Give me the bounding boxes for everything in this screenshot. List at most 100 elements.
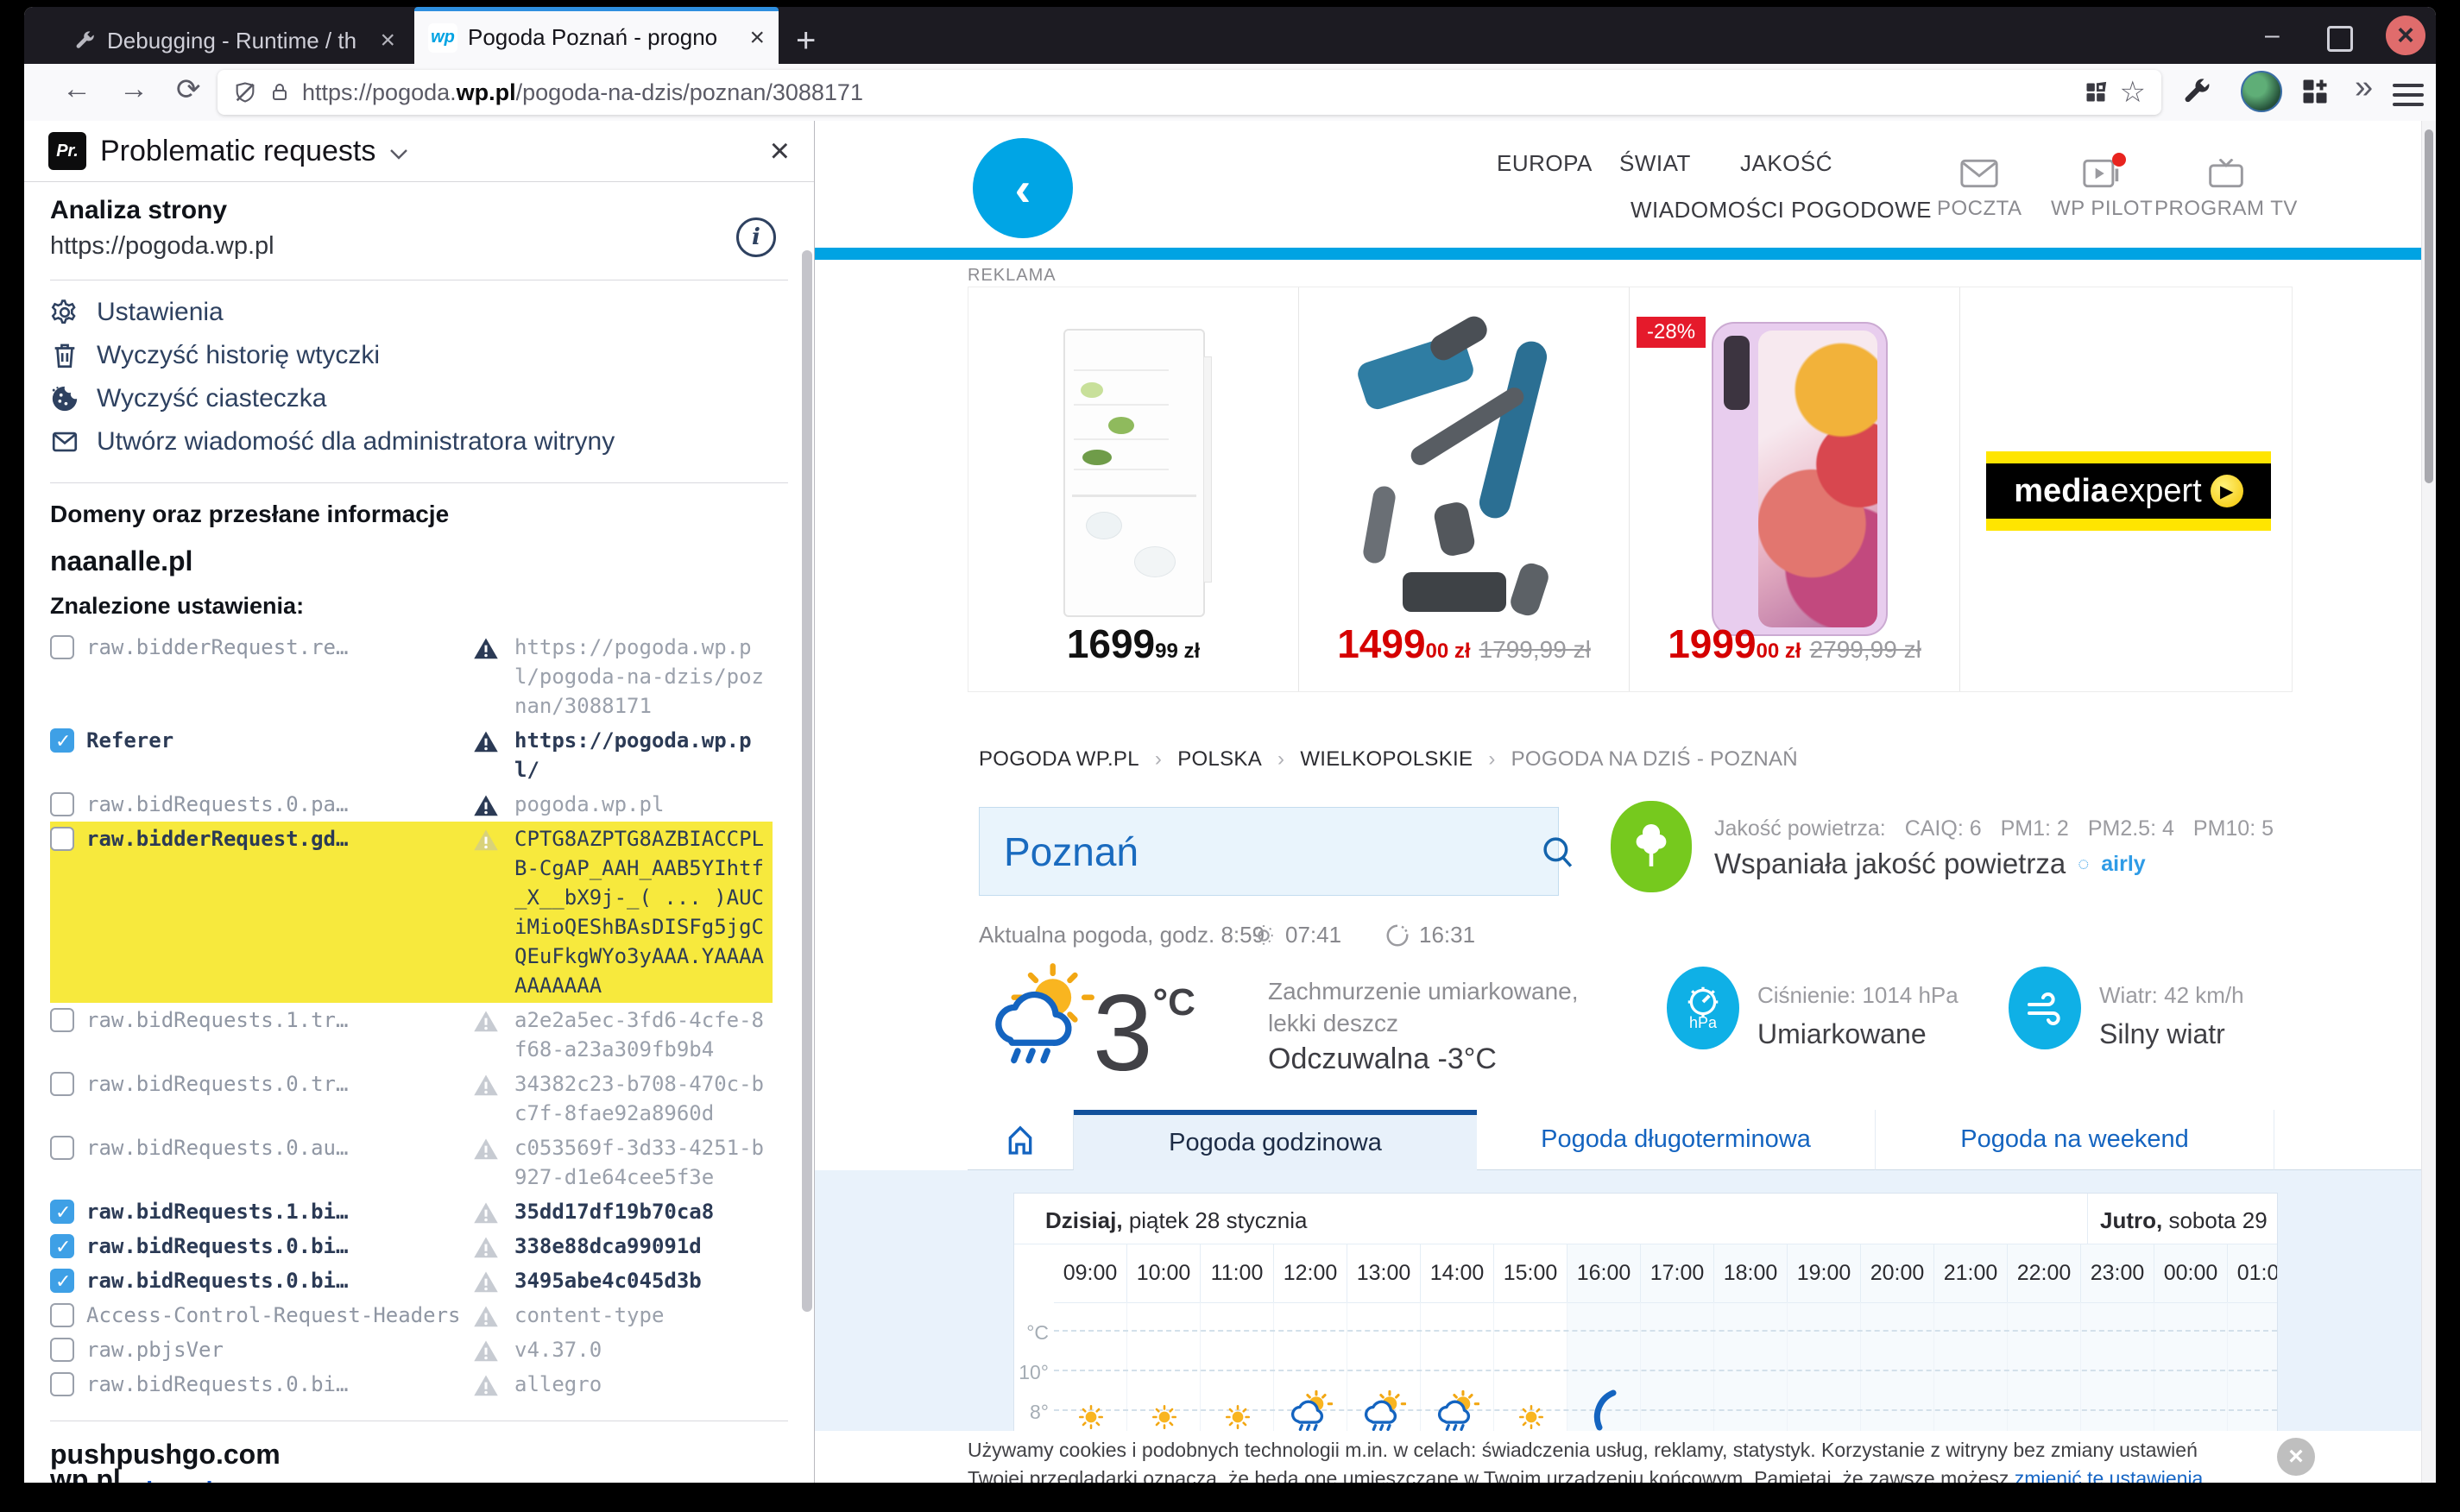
nav-wp-pilot[interactable]: WP PILOT <box>2051 159 2153 221</box>
ad-product-phone[interactable]: -28% 199900 zł2799,99 zł <box>1630 287 1960 691</box>
pogoda-logo[interactable]: ‹ <box>973 138 1073 238</box>
tab-debugging[interactable]: Debugging - Runtime / th × <box>60 17 409 64</box>
hour-cell[interactable]: 15:00 <box>1494 1244 1567 1302</box>
menu-hamburger-icon[interactable] <box>2393 78 2424 112</box>
nav-poczta[interactable]: POCZTA <box>1937 159 2022 221</box>
shield-disabled-icon[interactable] <box>233 80 257 104</box>
lock-icon[interactable] <box>269 80 290 104</box>
domain-name: naanalle.pl <box>50 545 773 577</box>
hour-cell[interactable]: 12:00 <box>1274 1244 1347 1302</box>
tab-close-icon[interactable]: × <box>380 26 395 55</box>
wrench-toolbar-icon[interactable] <box>2182 76 2213 107</box>
tab-close-icon[interactable]: × <box>749 23 765 53</box>
current-temperature: 3°C <box>1093 942 1195 1094</box>
domains-heading: Domeny oraz przesłane informacje <box>50 501 773 528</box>
bookmark-star-icon[interactable]: ☆ <box>2120 75 2146 110</box>
hour-cell[interactable]: 10:00 <box>1127 1244 1201 1302</box>
analysis-url: https://pogoda.wp.pl <box>50 232 773 261</box>
hour-cell[interactable]: 01:00 <box>2228 1244 2278 1302</box>
scrollbar-thumb[interactable] <box>802 250 812 1312</box>
ad-product-vacuum[interactable]: 149900 zł1799,99 zł <box>1299 287 1630 691</box>
hour-cell[interactable]: 14:00 <box>1421 1244 1494 1302</box>
breadcrumb-item[interactable]: POLSKA <box>1177 747 1262 771</box>
checkbox[interactable] <box>50 1072 74 1096</box>
checkbox[interactable] <box>50 1372 74 1396</box>
menu-item-clear-history[interactable]: Wyczyść historię wtyczki <box>50 334 773 377</box>
breadcrumb-item[interactable]: POGODA WP.PL <box>979 747 1139 771</box>
menu-item-message-admin[interactable]: Utwórz wiadomość dla administratora witr… <box>50 420 773 463</box>
checkbox[interactable] <box>50 827 74 851</box>
scrollbar-thumb[interactable] <box>2425 129 2433 483</box>
hour-cell[interactable]: 17:00 <box>1641 1244 1714 1302</box>
hour-cell[interactable]: 13:00 <box>1347 1244 1421 1302</box>
url-text[interactable]: https://pogoda.wp.pl/pogoda-na-dzis/pozn… <box>302 79 863 106</box>
ad-product-fridge[interactable]: 169999 zł <box>968 287 1299 691</box>
tab-pogoda-na-weekend[interactable]: Pogoda na weekend <box>1876 1110 2274 1170</box>
panel-close-icon[interactable]: × <box>770 132 790 171</box>
checkbox[interactable] <box>50 1136 74 1160</box>
menu-item-clear-cookies[interactable]: Wyczyść ciasteczka <box>50 377 773 420</box>
forward-button[interactable]: → <box>119 72 148 106</box>
nav-program-tv[interactable]: PROGRAM TV <box>2154 159 2298 221</box>
nav-item-swiat[interactable]: ŚWIAT <box>1619 150 1691 177</box>
sidebar-scrollbar[interactable] <box>802 121 812 1483</box>
hour-cell[interactable]: 16:00 <box>1567 1244 1641 1302</box>
hour-cell[interactable]: 22:00 <box>2008 1244 2081 1302</box>
browser-window: Debugging - Runtime / th × wp Pogoda Poz… <box>24 7 2436 1483</box>
page-scrollbar[interactable] <box>2421 121 2436 1483</box>
window-maximize-button[interactable] <box>2327 26 2353 52</box>
search-button[interactable] <box>1522 834 1594 870</box>
hourly-forecast-card[interactable]: Dzisiaj, piątek 28 stycznia Jutro, sobot… <box>1013 1193 2278 1433</box>
checkbox[interactable] <box>50 635 74 659</box>
hour-cell[interactable]: 23:00 <box>2081 1244 2154 1302</box>
checkbox-checked[interactable] <box>50 1234 74 1258</box>
nav-item-europa[interactable]: EUROPA <box>1497 150 1593 177</box>
location-search[interactable] <box>979 807 1559 896</box>
hour-cell[interactable]: 00:00 <box>2154 1244 2228 1302</box>
ad-banner[interactable]: 169999 zł 149900 zł1799,99 zł <box>968 287 2293 692</box>
back-button[interactable]: ← <box>62 72 91 106</box>
setting-key: raw.bidRequests.0.bi… <box>86 1232 468 1261</box>
hour-cell[interactable]: 18:00 <box>1714 1244 1788 1302</box>
cookie-close-button[interactable]: × <box>2277 1438 2315 1476</box>
info-icon[interactable]: i <box>736 217 776 257</box>
profile-avatar[interactable] <box>2241 71 2282 112</box>
breadcrumb-item[interactable]: WIELKOPOLSKIE <box>1300 747 1473 771</box>
air-quality-icon <box>1611 801 1692 892</box>
container-grid-icon[interactable] <box>2084 80 2108 104</box>
setting-key: raw.bidRequests.1.tr… <box>86 1005 468 1035</box>
hour-cell[interactable]: 11:00 <box>1201 1244 1274 1302</box>
extensions-icon[interactable] <box>2299 76 2331 107</box>
nav-item-wiadomosci[interactable]: WIADOMOŚCI POGODOWE <box>1631 197 1932 224</box>
hour-cell[interactable]: 21:00 <box>1934 1244 2008 1302</box>
cookie-settings-link[interactable]: zmienić te ustawienia <box>2015 1467 2204 1483</box>
checkbox-checked[interactable] <box>50 1269 74 1293</box>
hour-cell[interactable]: 09:00 <box>1054 1244 1127 1302</box>
checkbox[interactable] <box>50 792 74 816</box>
checkbox[interactable] <box>50 1338 74 1362</box>
menu-item-settings[interactable]: Ustawienia <box>50 291 773 334</box>
hour-cell[interactable]: 19:00 <box>1788 1244 1861 1302</box>
checkbox-checked[interactable] <box>50 728 74 753</box>
cookie-text: Używamy cookies i podobnych technologii … <box>968 1436 2211 1483</box>
tab-pogoda-dlugoterminowa[interactable]: Pogoda długoterminowa <box>1477 1110 1876 1170</box>
search-input[interactable] <box>980 828 1522 876</box>
new-tab-button[interactable]: + <box>796 19 816 62</box>
domain-link[interactable]: cdn.pushpushgo.com <box>50 1477 773 1483</box>
checkbox[interactable] <box>50 1303 74 1327</box>
nav-item-jakosc[interactable]: JAKOŚĆ <box>1740 150 1832 177</box>
window-close-button[interactable]: × <box>2386 16 2425 55</box>
tab-pogoda-godzinowa[interactable]: Pogoda godzinowa <box>1074 1110 1477 1170</box>
airly-logo[interactable]: airly <box>2101 852 2145 877</box>
checkbox-checked[interactable] <box>50 1200 74 1224</box>
chevron-down-icon[interactable] <box>389 148 408 161</box>
reload-button[interactable]: ⟳ <box>176 72 201 107</box>
window-minimize-button[interactable]: – <box>2265 21 2280 50</box>
ad-brand-panel[interactable]: mediaexpert▶ <box>1960 287 2291 691</box>
checkbox[interactable] <box>50 1008 74 1032</box>
overflow-chevrons-icon[interactable]: » <box>2355 69 2373 106</box>
hour-cell[interactable]: 20:00 <box>1861 1244 1934 1302</box>
tab-home[interactable] <box>968 1110 1074 1170</box>
tab-pogoda-active[interactable]: wp Pogoda Poznań - progno × <box>414 7 779 64</box>
url-bar[interactable]: https://pogoda.wp.pl/pogoda-na-dzis/pozn… <box>218 70 2161 115</box>
